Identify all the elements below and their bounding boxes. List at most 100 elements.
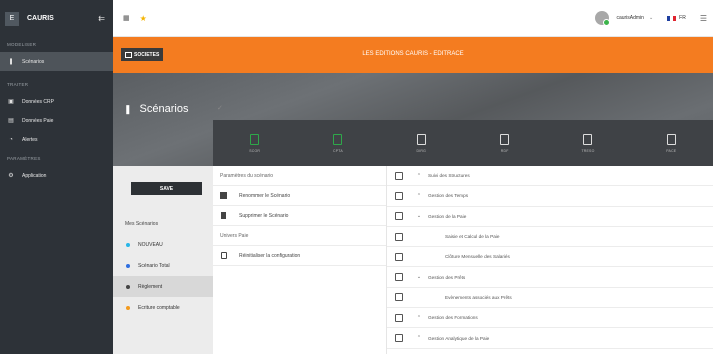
scenario-item-total[interactable]: Scénario Total: [113, 255, 213, 276]
chevron-down-icon[interactable]: ⌄: [414, 274, 424, 280]
alert-icon: ◔: [9, 136, 13, 143]
user-name[interactable]: caurisAdmin: [616, 15, 644, 21]
language-selector[interactable]: FR: [667, 15, 686, 21]
tree-row[interactable]: ⌃ Gestion des Temps: [387, 186, 713, 207]
pencil-icon: [220, 192, 227, 199]
color-dot: [126, 284, 130, 289]
brand-badge: E: [5, 11, 19, 26]
sidebar-item-scenarios[interactable]: ❚ Scénarios: [0, 52, 113, 71]
color-dot: [126, 263, 130, 268]
tool-cpta[interactable]: CPTA: [296, 120, 379, 166]
reset-icon: [220, 252, 227, 259]
apps-grid-icon[interactable]: ▦: [123, 14, 130, 22]
scenario-icon: ❚: [8, 59, 14, 65]
tree-row[interactable]: Clôture Mensuelle des Salariés: [387, 247, 713, 268]
checkbox[interactable]: [395, 191, 403, 200]
document-icon: [500, 133, 510, 145]
brand-name: CAURIS: [27, 15, 54, 22]
checkbox[interactable]: [395, 252, 403, 261]
sidebar-item-donnees-paie[interactable]: ▤ Données Paie: [0, 111, 113, 130]
tree-row[interactable]: ⌃ Gestion Analytique de la Paie: [387, 328, 713, 349]
section-title-traiter: TRAITER: [7, 82, 29, 87]
scenario-item-ecriture[interactable]: Ecriture comptable: [113, 297, 213, 318]
sidebar-item-label: Application: [22, 172, 47, 179]
tool-dirg[interactable]: DIRG: [380, 120, 463, 166]
checkbox[interactable]: [395, 212, 403, 221]
my-scenarios-title: Mes Scénarios: [125, 221, 159, 227]
tool-treso[interactable]: TRESO: [546, 120, 629, 166]
company-title: LES EDITIONS CAURIS - EDITRACE: [362, 51, 464, 57]
sidebar-item-donnees-crp[interactable]: ▣ Données CRP: [0, 92, 113, 111]
tree-label: Evènements associés aux Prêts: [445, 294, 512, 300]
tree-row[interactable]: ⌃ Suivi des Structures: [387, 166, 713, 187]
color-dot: [126, 242, 130, 247]
scenario-item-nouveau[interactable]: NOUVEAU: [113, 234, 213, 255]
checkbox[interactable]: [395, 171, 403, 180]
delete-label: Supprimer le Scénario: [239, 212, 289, 219]
document-icon: [416, 133, 426, 145]
section-title-modeliser: MODELISER: [7, 42, 37, 47]
sidebar: E CAURIS ⇇ MODELISER ❚ Scénarios TRAITER…: [0, 0, 113, 354]
univers-section-title: Univers Paie: [213, 226, 386, 246]
organization-bar: SOCIETES LES EDITIONS CAURIS - EDITRACE: [113, 37, 713, 73]
delete-scenario-button[interactable]: Supprimer le Scénario: [213, 206, 386, 226]
checkbox[interactable]: [395, 334, 403, 343]
star-icon[interactable]: ★: [140, 14, 147, 23]
checkbox[interactable]: [395, 293, 403, 302]
scenario-label: NOUVEAU: [138, 241, 163, 248]
chevron-up-icon[interactable]: ⌃: [414, 193, 424, 199]
tree-row[interactable]: Evènements associés aux Prêts: [387, 288, 713, 309]
chevron-up-icon[interactable]: ⌃: [414, 315, 424, 321]
tree-label: Gestion Analytique de la Paie: [428, 335, 490, 341]
page-banner: ❚ Scénarios ✓ SCOR CPTA DIRG RDF TRESO P…: [113, 73, 713, 166]
tool-label: TRESO: [581, 148, 595, 153]
scenario-list: NOUVEAU Scénario Total Règlement Ecritur…: [113, 234, 213, 318]
sidebar-item-application[interactable]: ⚙ Application: [0, 166, 113, 185]
tool-pace[interactable]: PACE: [630, 120, 713, 166]
french-flag-icon: [667, 15, 677, 21]
tree-label: Gestion des Formations: [428, 315, 478, 321]
save-button[interactable]: SAVE: [131, 182, 202, 195]
chevron-down-icon[interactable]: ⌄: [414, 213, 424, 219]
scenario-label: Scénario Total: [138, 262, 170, 269]
brand: E CAURIS ⇇: [0, 0, 113, 37]
chevron-down-icon[interactable]: ⌄: [649, 15, 653, 21]
tool-label: SCOR: [249, 148, 261, 153]
tool-label: DIRG: [416, 148, 427, 153]
tree-row[interactable]: ⌄ Gestion de la Paie: [387, 207, 713, 227]
menu-icon[interactable]: ☰: [700, 14, 707, 23]
collapse-sidebar-icon[interactable]: ⇇: [98, 14, 105, 23]
tool-label: PACE: [666, 148, 677, 153]
scenario-label: Règlement: [138, 283, 163, 290]
scenario-icon: ❚: [124, 103, 132, 114]
tree-row[interactable]: ⌄ Gestion des Prêts: [387, 267, 713, 288]
tool-rdf[interactable]: RDF: [463, 120, 546, 166]
checkbox[interactable]: [395, 313, 403, 322]
data-icon: ▣: [8, 99, 14, 105]
scenario-item-reglement[interactable]: Règlement: [113, 276, 213, 297]
language-label: FR: [679, 15, 686, 21]
scenario-label: Ecriture comptable: [138, 304, 180, 311]
tool-scor[interactable]: SCOR: [213, 120, 296, 166]
checkbox[interactable]: [395, 273, 403, 282]
document-icon: [333, 133, 343, 145]
check-circle-icon: ✓: [217, 105, 223, 112]
tree-row[interactable]: ⌃ Gestion des Formations: [387, 308, 713, 329]
tree-row[interactable]: Saisie et Calcul de la Paie: [387, 227, 713, 248]
tree-label: Suivi des Structures: [428, 173, 470, 179]
sidebar-item-alertes[interactable]: ◔ Alertes: [0, 130, 113, 149]
avatar[interactable]: [595, 11, 611, 26]
sidebar-item-label: Scénarios: [22, 58, 45, 65]
document-icon: [666, 133, 676, 145]
rename-scenario-button[interactable]: Renommer le Scénario: [213, 186, 386, 206]
color-dot: [126, 305, 130, 310]
chevron-up-icon[interactable]: ⌃: [414, 173, 424, 179]
checkbox[interactable]: [395, 232, 403, 241]
tree-label: Gestion de la Paie: [428, 213, 467, 219]
section-title-parametres: PARAMÈTRES: [7, 156, 41, 161]
tree-label: Clôture Mensuelle des Salariés: [445, 254, 510, 260]
sidebar-item-label: Alertes: [22, 136, 38, 143]
chevron-up-icon[interactable]: ⌃: [414, 335, 424, 341]
sidebar-item-label: Données Paie: [22, 117, 54, 124]
reset-config-button[interactable]: Réinitialiser la configuration: [213, 246, 386, 266]
